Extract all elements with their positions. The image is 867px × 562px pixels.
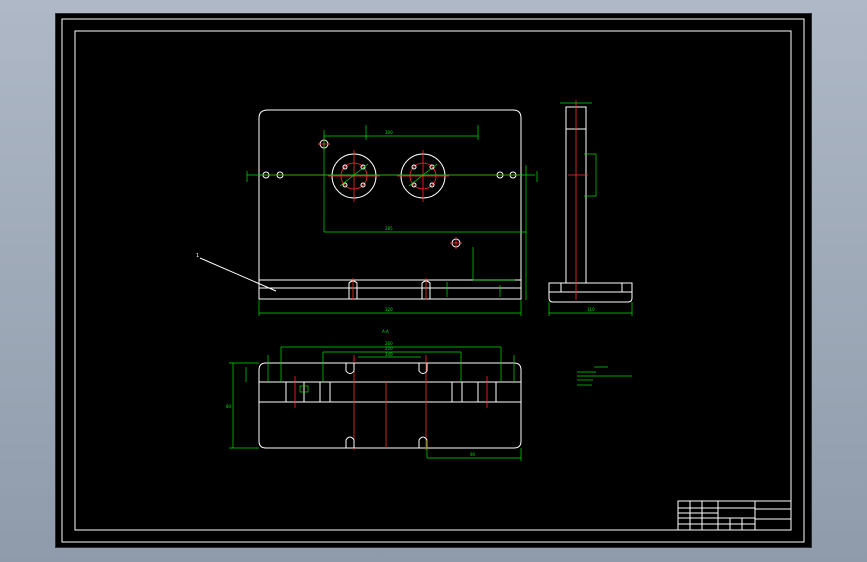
- front-view: 300 285 320: [246, 109, 538, 316]
- top-view: A-A 260 220 140 90 80: [226, 329, 522, 461]
- svg-text:110: 110: [587, 307, 595, 312]
- part-number-label: 1: [196, 253, 199, 259]
- title-block: [677, 500, 792, 531]
- part-leader: 1: [196, 253, 277, 292]
- svg-text:220: 220: [385, 346, 393, 351]
- svg-text:90: 90: [470, 452, 476, 457]
- svg-text:300: 300: [385, 130, 393, 135]
- svg-text:80: 80: [226, 404, 232, 409]
- svg-text:285: 285: [385, 226, 393, 231]
- side-view: 110: [548, 100, 633, 316]
- cad-drawing: 300 285 320 1 110 A-A 260 220 140 90 80: [61, 18, 805, 543]
- svg-text:140: 140: [385, 352, 393, 357]
- svg-text:A-A: A-A: [382, 329, 389, 334]
- technical-notes: [577, 366, 632, 386]
- svg-text:320: 320: [385, 307, 393, 312]
